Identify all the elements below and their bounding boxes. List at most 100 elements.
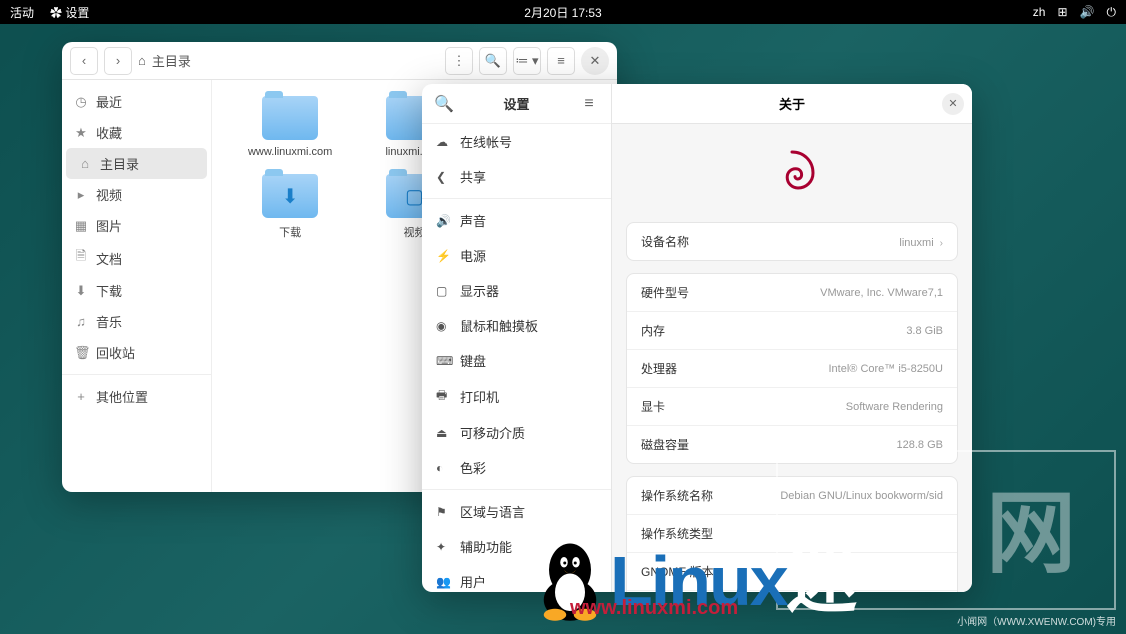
debian-logo: [626, 140, 958, 222]
spec-row: 内存 3.8 GiB: [627, 312, 957, 350]
category-label: 辅助功能: [460, 537, 512, 556]
sidebar-item-label: 下载: [96, 281, 122, 300]
sidebar-item[interactable]: ◷最近: [62, 86, 211, 117]
category-label: 键盘: [460, 351, 486, 370]
device-name-label: 设备名称: [641, 233, 689, 250]
network-icon[interactable]: ⊞: [1057, 5, 1067, 19]
category-icon: ⌨: [436, 354, 450, 368]
power-icon[interactable]: ⏻: [1107, 5, 1117, 20]
settings-category[interactable]: ⚑ 区域与语言: [422, 494, 611, 529]
watermark-text: 小闻网（WWW.XWENW.COM)专用: [957, 613, 1116, 628]
spec-key: 磁盘容量: [641, 436, 689, 453]
category-icon: 🔊: [436, 214, 450, 228]
search-button[interactable]: 🔍: [479, 47, 507, 75]
settings-category[interactable]: ☁ 在线帐号: [422, 124, 611, 159]
settings-menu-button[interactable]: ≡: [577, 92, 601, 116]
spec-row: 处理器Intel® Core™ i5-8250U: [627, 350, 957, 388]
category-label: 打印机: [460, 387, 499, 406]
folder-icon: [262, 96, 318, 140]
spec-key: 硬件型号: [641, 284, 689, 301]
sidebar-item-icon: ▸: [74, 187, 88, 203]
forward-button[interactable]: ›: [104, 47, 132, 75]
category-icon: ✦: [436, 540, 450, 554]
close-button[interactable]: ✕: [942, 93, 964, 115]
category-icon: 🖶: [436, 386, 450, 407]
input-method-indicator[interactable]: zh: [1033, 5, 1046, 19]
category-icon: ⚡: [436, 249, 450, 263]
settings-category[interactable]: ◉ 鼠标和触摸板: [422, 308, 611, 343]
spec-value: 3.8 GiB: [906, 325, 943, 337]
spec-key: 内存: [641, 322, 665, 339]
settings-sidebar: 🔍 设置 ≡ ☁在线帐号❮共享🔊声音⚡电源▢显示器◉鼠标和触摸板⌨键盘🖶打印机⏏…: [422, 84, 612, 592]
settings-category[interactable]: ❮共享: [422, 159, 611, 194]
category-icon: ◐: [436, 461, 450, 475]
settings-category[interactable]: ▢ 显示器: [422, 273, 611, 308]
category-label: 显示器: [460, 281, 499, 300]
folder-label: www.linuxmi.com: [248, 146, 332, 158]
spec-value: Intel® Core™ i5-8250U: [829, 363, 944, 375]
view-options-button[interactable]: ≔ ▾: [513, 47, 541, 75]
settings-category[interactable]: 🔊 声音: [422, 203, 611, 238]
sidebar-item-icon: ⌂: [78, 156, 92, 171]
folder-item[interactable]: ⬇下载: [228, 174, 352, 240]
category-label: 用户: [460, 572, 486, 591]
sidebar-item-label: 收藏: [96, 123, 122, 142]
os-key: 操作系统名称: [641, 487, 713, 504]
category-label: 色彩: [460, 458, 486, 477]
path-label: 主目录: [152, 51, 191, 70]
folder-label: 下载: [279, 224, 301, 240]
category-icon: ⚑: [436, 505, 450, 519]
sidebar-item-icon: 🗑: [74, 345, 88, 361]
chevron-right-icon: ›: [940, 238, 943, 249]
volume-icon[interactable]: 🔊: [1080, 5, 1095, 19]
spec-row: 硬件型号 VMware, Inc. VMware7,1: [627, 274, 957, 312]
path-menu-button[interactable]: ⋮: [445, 47, 473, 75]
folder-item[interactable]: www.linuxmi.com: [228, 96, 352, 162]
category-icon: ◉: [436, 319, 450, 333]
watermark-large-text: 网: [986, 460, 1096, 590]
sidebar-item[interactable]: ♫音乐: [62, 306, 211, 337]
sidebar-item[interactable]: ★收藏: [62, 117, 211, 148]
sidebar-item-label: 视频: [96, 185, 122, 204]
activities-button[interactable]: 活动: [10, 4, 34, 21]
category-icon: ☁: [436, 135, 450, 149]
settings-page-title: 关于: [779, 94, 805, 113]
device-name-card[interactable]: 设备名称 linuxmi›: [626, 222, 958, 261]
close-button[interactable]: ✕: [581, 47, 609, 75]
hamburger-menu-button[interactable]: ≡: [547, 47, 575, 75]
files-sidebar: ◷最近★收藏 ⌂ 主目录 ▸ 视频 ▦图片🗎文档 ⬇ 下载 ♫音乐🗑回收站 + 其他位置: [62, 80, 212, 492]
sidebar-item[interactable]: ▦图片: [62, 210, 211, 241]
sidebar-item[interactable]: ⬇ 下载: [62, 275, 211, 306]
sidebar-item-icon: ⬇: [74, 283, 88, 299]
path-bar[interactable]: ⌂ 主目录: [138, 51, 439, 70]
sidebar-item[interactable]: + 其他位置: [62, 381, 211, 412]
hardware-specs-card: 硬件型号 VMware, Inc. VMware7,1 内存 3.8 GiB 处理器In…: [626, 273, 958, 464]
spec-key: 显卡: [641, 398, 665, 415]
settings-category[interactable]: ⌨ 键盘: [422, 343, 611, 378]
settings-category[interactable]: ⚡电源: [422, 238, 611, 273]
category-label: 共享: [460, 167, 486, 186]
category-label: 在线帐号: [460, 132, 512, 151]
settings-search-button[interactable]: 🔍: [432, 92, 456, 116]
category-icon: 👥: [436, 575, 450, 589]
settings-category[interactable]: 🖶 打印机: [422, 378, 611, 415]
category-label: 鼠标和触摸板: [460, 316, 538, 335]
spec-value: VMware, Inc. VMware7,1: [820, 287, 943, 299]
category-icon: ▢: [436, 284, 450, 298]
back-button[interactable]: ‹: [70, 47, 98, 75]
category-label: 声音: [460, 211, 486, 230]
sidebar-item-icon: ♫: [74, 314, 88, 329]
settings-category[interactable]: ◐ 色彩: [422, 450, 611, 485]
sidebar-item[interactable]: ▸ 视频: [62, 179, 211, 210]
sidebar-item[interactable]: 🗑回收站: [62, 337, 211, 368]
settings-category[interactable]: ⏏可移动介质: [422, 415, 611, 450]
sidebar-item-label: 主目录: [100, 154, 139, 173]
sidebar-item[interactable]: 🗎文档: [62, 241, 211, 275]
clock[interactable]: 2月20日 17:53: [524, 4, 601, 21]
sidebar-item-label: 其他位置: [96, 387, 148, 406]
sidebar-item-icon: +: [74, 389, 88, 404]
sidebar-item[interactable]: ⌂ 主目录: [66, 148, 207, 179]
category-label: 区域与语言: [460, 502, 525, 521]
sidebar-item-label: 图片: [96, 216, 122, 235]
app-menu[interactable]: ✿ 设置: [50, 4, 89, 21]
